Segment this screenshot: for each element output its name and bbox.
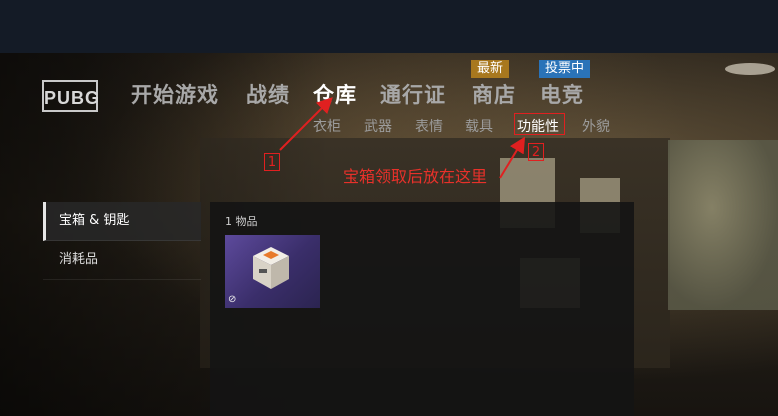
category-sidebar: 宝箱 & 钥匙 消耗品 <box>43 202 201 280</box>
nav-warehouse[interactable]: 仓库 <box>313 79 357 109</box>
nav-stats[interactable]: 战绩 <box>246 79 290 109</box>
nav-esports[interactable]: 电竞 <box>540 79 584 109</box>
subnav-vehicles[interactable]: 载具 <box>465 116 493 136</box>
annotation-highlight-box <box>514 113 565 135</box>
nav-pass[interactable]: 通行证 <box>380 79 446 109</box>
nav-start-game[interactable]: 开始游戏 <box>131 79 219 109</box>
lamp-decoration <box>725 63 775 75</box>
subnav-weapons[interactable]: 武器 <box>364 116 392 136</box>
pubg-logo: PUBG <box>42 80 99 112</box>
inventory-item-card[interactable]: ⊘ <box>225 235 320 308</box>
subnav-emotes[interactable]: 表情 <box>415 116 443 136</box>
unavailable-icon: ⊘ <box>228 294 237 305</box>
crate-icon <box>253 247 289 289</box>
wall-map <box>668 140 778 310</box>
esports-vote-badge: 投票中 <box>539 60 591 78</box>
shop-new-badge: 最新 <box>471 60 510 78</box>
annotation-marker-2: 2 <box>528 143 544 161</box>
nav-shop[interactable]: 商店 <box>472 79 516 109</box>
sidebar-item-consumables[interactable]: 消耗品 <box>43 241 201 280</box>
annotation-note: 宝箱领取后放在这里 <box>343 167 488 186</box>
item-count: 1 物品 <box>225 215 258 228</box>
top-bar <box>0 0 778 53</box>
annotation-marker-1: 1 <box>264 153 280 171</box>
subnav-wardrobe[interactable]: 衣柜 <box>313 116 341 136</box>
subnav-appearance[interactable]: 外貌 <box>582 116 610 136</box>
inventory-panel: 1 物品 ⊘ <box>210 202 634 416</box>
sidebar-item-chests-keys[interactable]: 宝箱 & 钥匙 <box>43 202 201 241</box>
